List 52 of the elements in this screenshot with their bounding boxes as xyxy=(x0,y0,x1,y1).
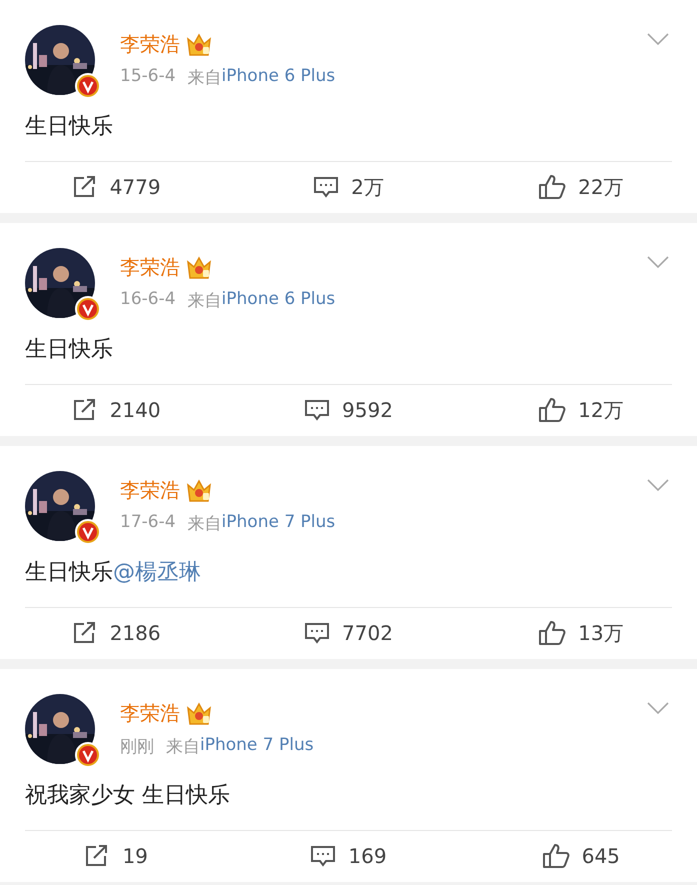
author-name[interactable]: 李荣浩 xyxy=(120,477,180,504)
repost-count: 4779 xyxy=(110,175,161,199)
source-device[interactable]: iPhone 6 Plus xyxy=(222,66,336,89)
post-time: 17-6-4 xyxy=(120,512,176,534)
source-label: 来自 xyxy=(166,736,200,758)
source-device[interactable]: iPhone 7 Plus xyxy=(222,512,336,535)
post-time: 15-6-4 xyxy=(120,66,176,88)
repost-count: 2186 xyxy=(110,621,161,645)
comment-count: 7702 xyxy=(342,621,393,645)
thumbs-up-icon[interactable] xyxy=(538,397,566,423)
post-text: 生日快乐 xyxy=(25,114,113,139)
crown-icon xyxy=(186,478,212,502)
verified-badge-icon xyxy=(75,742,101,768)
comment-icon[interactable] xyxy=(310,844,336,868)
post-time: 16-6-4 xyxy=(120,289,176,311)
post-text: 祝我家少女 生日快乐 xyxy=(25,783,230,808)
post-text: 生日快乐 xyxy=(25,337,113,362)
repost-count: 2140 xyxy=(110,398,161,422)
source-device[interactable]: iPhone 6 Plus xyxy=(222,289,336,312)
comment-count: 2万 xyxy=(351,174,384,200)
thumbs-up-icon[interactable] xyxy=(538,174,566,200)
comment-icon[interactable] xyxy=(304,621,330,645)
like-count: 645 xyxy=(582,844,620,868)
source-label: 来自 xyxy=(188,67,222,89)
repost-count: 19 xyxy=(122,844,148,868)
thumbs-up-icon[interactable] xyxy=(538,620,566,646)
post-text: 生日快乐 xyxy=(25,560,113,585)
like-count: 12万 xyxy=(578,396,624,424)
comment-icon[interactable] xyxy=(304,398,330,422)
source-label: 来自 xyxy=(188,513,222,535)
mention-link[interactable]: @楊丞琳 xyxy=(113,560,201,585)
source-label: 来自 xyxy=(188,290,222,312)
like-count: 13万 xyxy=(578,620,624,646)
crown-icon xyxy=(186,32,212,56)
thumbs-up-icon[interactable] xyxy=(542,843,570,869)
share-icon[interactable] xyxy=(72,621,98,645)
author-name[interactable]: 李荣浩 xyxy=(120,254,180,281)
verified-badge-icon xyxy=(75,519,101,545)
verified-badge-icon xyxy=(75,296,101,322)
crown-icon xyxy=(186,702,212,726)
source-device[interactable]: iPhone 7 Plus xyxy=(200,735,314,758)
author-name[interactable]: 李荣浩 xyxy=(120,700,180,727)
share-icon[interactable] xyxy=(72,175,98,199)
crown-icon xyxy=(186,256,212,280)
comment-icon[interactable] xyxy=(313,175,340,199)
comment-count: 169 xyxy=(348,844,387,868)
post-time: 刚刚 xyxy=(120,736,154,758)
like-count: 22万 xyxy=(578,174,624,200)
verified-badge-icon xyxy=(75,73,101,99)
share-icon[interactable] xyxy=(72,398,98,422)
comment-count: 9592 xyxy=(342,398,393,422)
author-name[interactable]: 李荣浩 xyxy=(120,31,180,58)
